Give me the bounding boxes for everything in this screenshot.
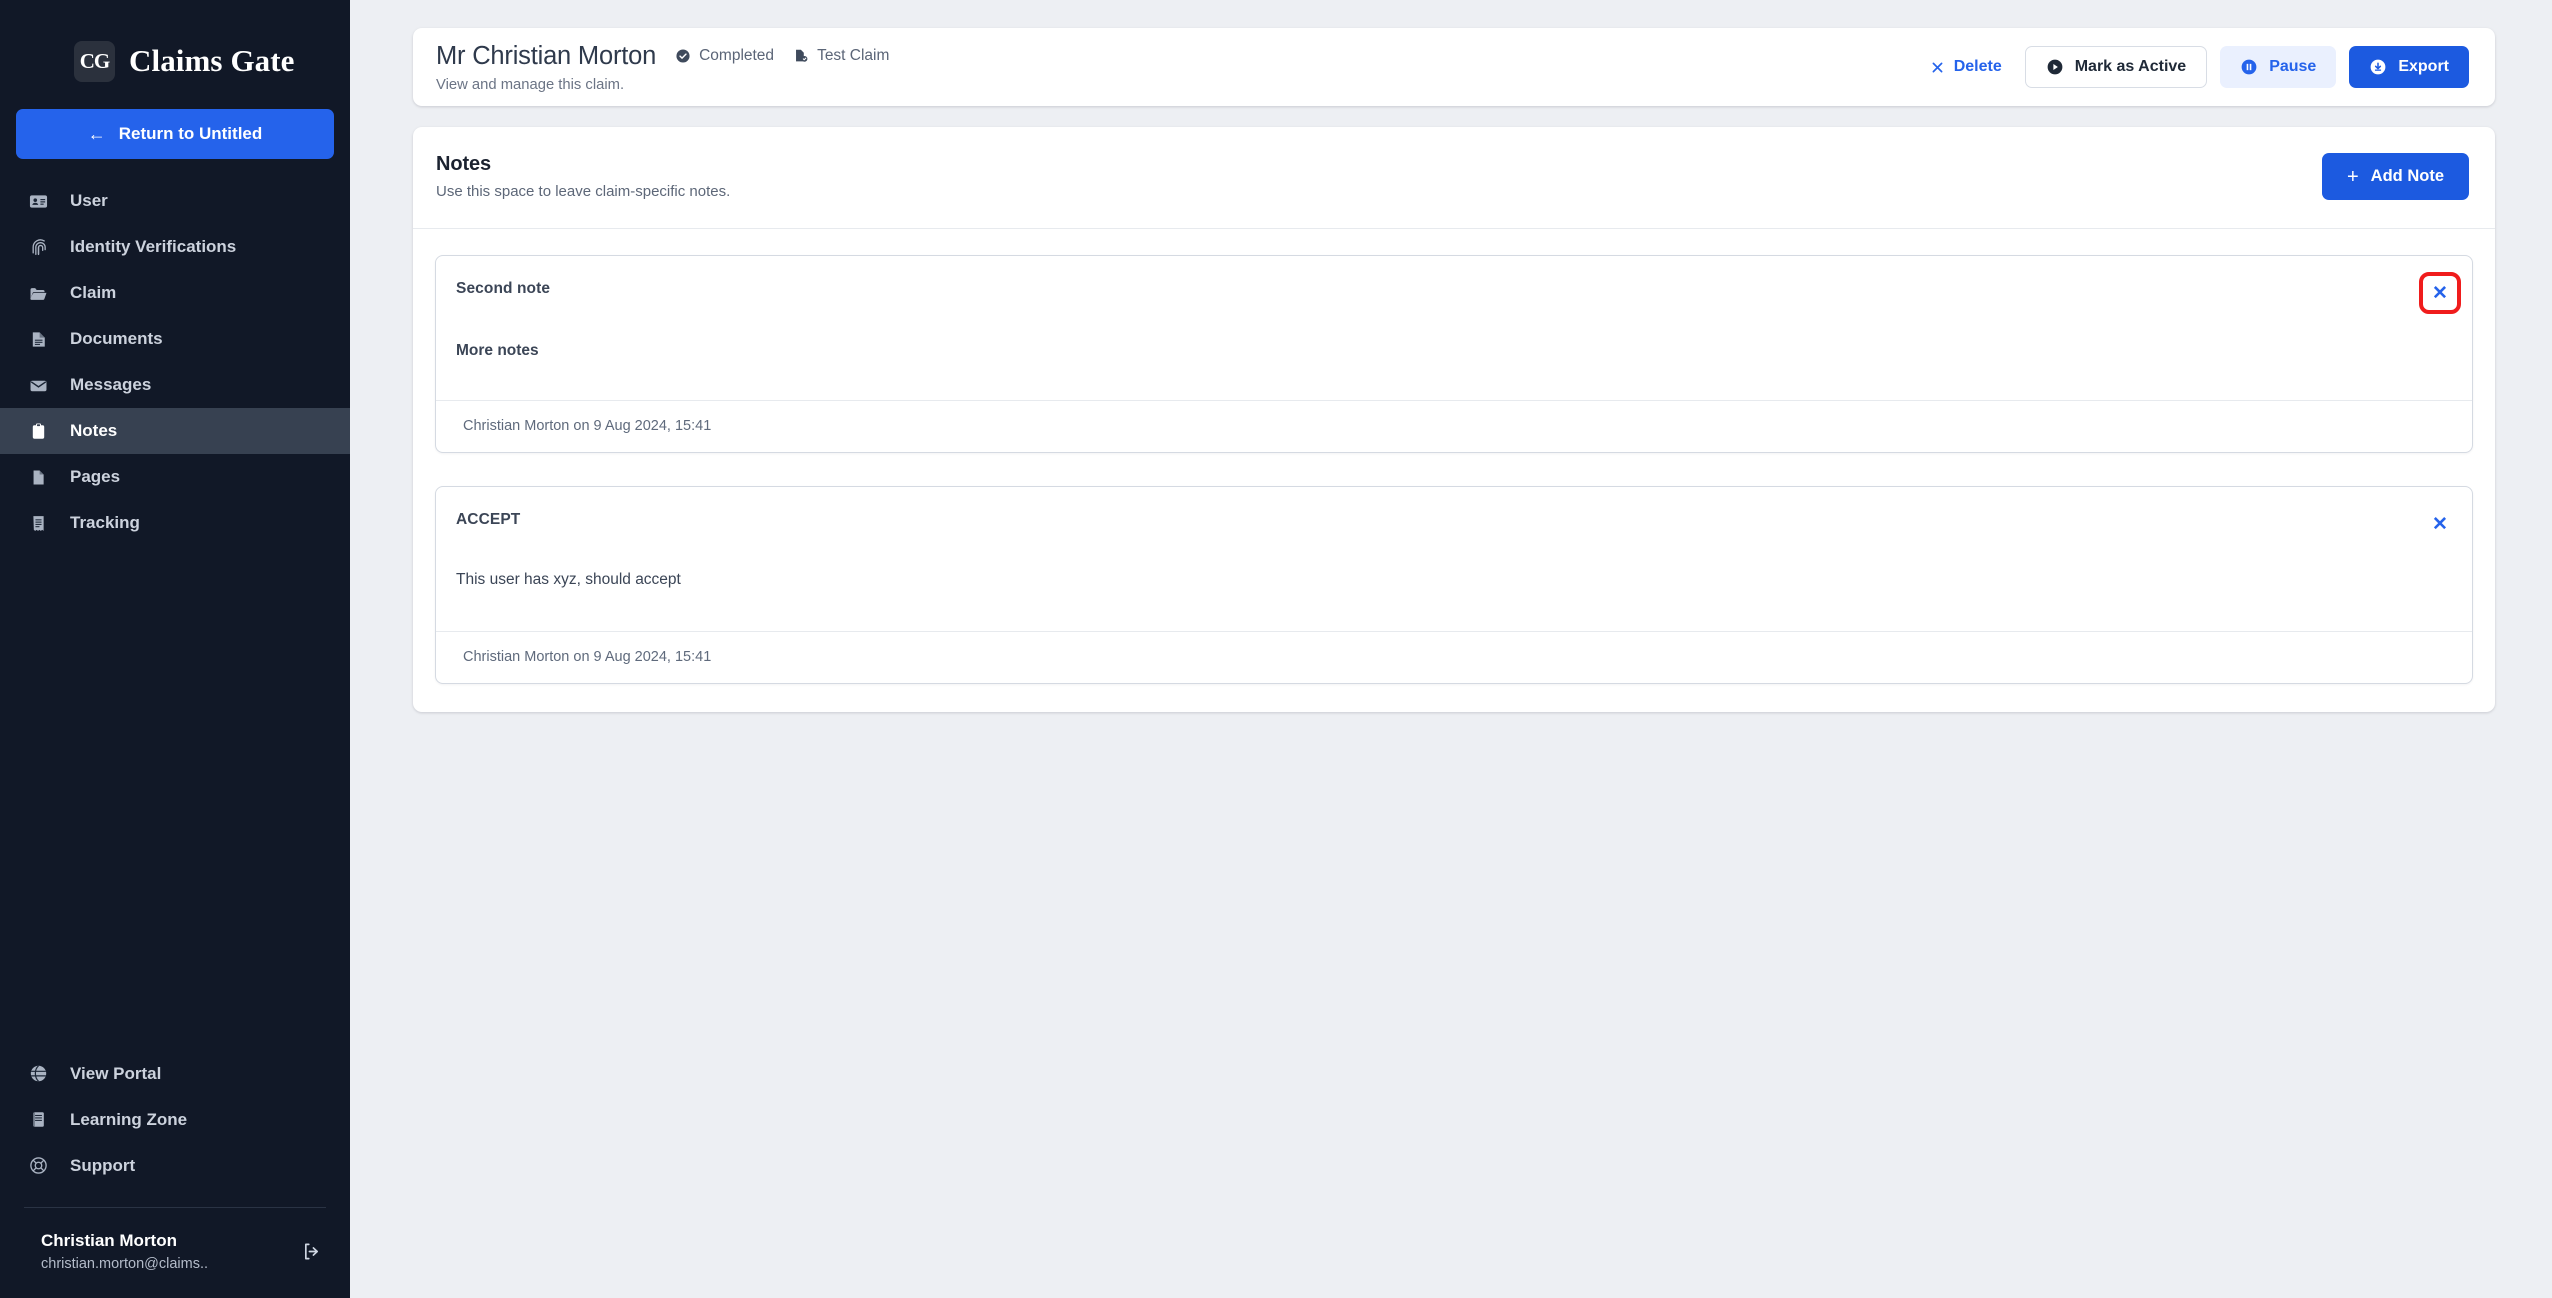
brand-name: Claims Gate [129,43,295,78]
sidebar-item-identity-verifications[interactable]: Identity Verifications [0,224,350,270]
sidebar-item-label: Messages [70,375,152,394]
claims-gate-logo-icon: CG [74,40,115,82]
sidebar-item-label: Documents [70,329,163,348]
lifebuoy-icon [28,1156,48,1176]
play-circle-icon [2046,58,2064,76]
page-icon [28,467,48,487]
sidebar-item-label: Identity Verifications [70,237,237,256]
pause-circle-icon [2240,58,2258,76]
return-to-untitled-button[interactable]: ← Return to Untitled [16,109,334,159]
mark-as-active-button[interactable]: Mark as Active [2024,46,2208,88]
sidebar-item-label: Claim [70,283,117,302]
note-card: Second note ✕ More notes Christian Morto… [435,255,2473,453]
globe-icon [28,1064,48,1084]
note-body: More notes [456,342,539,359]
logout-icon[interactable] [298,1239,324,1265]
sidebar-item-claim[interactable]: Claim [0,270,350,316]
delete-button[interactable]: Delete [1920,46,2012,88]
main-content: Mr Christian Morton Completed Test Claim [350,0,2552,1298]
receipt-icon [28,513,48,533]
check-circle-icon [675,48,691,64]
status-badge-test-claim: Test Claim [793,47,889,65]
sidebar-item-support[interactable]: Support [0,1143,350,1189]
notes-panel: Notes Use this space to leave claim-spec… [413,127,2495,712]
sidebar-item-label: Pages [70,467,121,486]
delete-button-label: Delete [1953,58,2002,75]
status-badge-label: Test Claim [817,47,890,64]
note-footer: Christian Morton on 9 Aug 2024, 15:41 [436,400,2472,452]
user-info: Christian Morton christian.morton@claims… [41,1230,288,1274]
return-button-label: Return to Untitled [118,124,263,143]
notes-subtitle: Use this space to leave claim-specific n… [436,183,731,200]
fingerprint-icon [28,237,48,257]
note-header: ACCEPT ✕ [436,487,2472,539]
id-card-icon [28,191,48,211]
add-note-button-label: Add Note [2370,167,2444,185]
sidebar-user-row: Christian Morton christian.morton@claims… [0,1208,350,1298]
mark-as-active-button-label: Mark as Active [2074,58,2187,75]
notes-title: Notes [436,153,492,175]
book-icon [28,1110,48,1130]
notes-list: Second note ✕ More notes Christian Morto… [413,229,2495,684]
sidebar-item-label: Notes [70,421,118,440]
document-text-icon [28,329,48,349]
sidebar-item-messages[interactable]: Messages [0,362,350,408]
notes-panel-header: Notes Use this space to leave claim-spec… [413,127,2495,200]
add-note-button[interactable]: + Add Note [2321,153,2469,200]
sidebar-item-learning-zone[interactable]: Learning Zone [0,1097,350,1143]
note-title: Second note [456,280,551,297]
download-circle-icon [2369,58,2387,76]
page-title: Mr Christian Morton [436,41,657,70]
sidebar-item-label: Tracking [70,513,140,532]
sidebar-bottom: View Portal Learning Zone Support Christ… [0,1051,350,1298]
status-badge-completed: Completed [675,47,774,65]
header-actions: Delete Mark as Active Pause Export [1920,46,2469,88]
sidebar-item-notes[interactable]: Notes [0,408,350,454]
sidebar-item-documents[interactable]: Documents [0,316,350,362]
envelope-icon [28,375,48,395]
export-button-label: Export [2398,58,2449,75]
app-root: CG Claims Gate ← Return to Untitled User… [0,0,2552,1298]
note-footer: Christian Morton on 9 Aug 2024, 15:41 [436,631,2472,683]
brand: CG Claims Gate [0,0,350,92]
sidebar-item-label: User [70,191,108,210]
claim-title-row: Mr Christian Morton Completed Test Claim [436,42,1920,71]
note-card: ACCEPT ✕ This user has xyz, should accep… [435,486,2473,684]
sidebar-item-pages[interactable]: Pages [0,454,350,500]
notes-header-text: Notes Use this space to leave claim-spec… [436,153,2322,200]
note-close-button[interactable]: ✕ [2425,509,2455,539]
plus-icon: + [2346,165,2359,188]
sidebar-item-view-portal[interactable]: View Portal [0,1051,350,1097]
sidebar: CG Claims Gate ← Return to Untitled User… [0,0,350,1298]
note-title: ACCEPT [456,511,521,528]
status-badge-label: Completed [699,47,775,64]
note-body: This user has xyz, should accept [456,571,681,588]
note-close-button[interactable]: ✕ [2419,272,2461,314]
pause-button-label: Pause [2269,58,2317,75]
document-check-icon [793,48,809,64]
sidebar-item-tracking[interactable]: Tracking [0,500,350,546]
note-header: Second note ✕ [436,256,2472,314]
user-email: christian.morton@claims.. [41,1255,209,1272]
sidebar-nav: User Identity Verifications Claim Docume… [0,178,350,546]
x-icon [1930,60,1945,75]
pause-button[interactable]: Pause [2220,46,2337,88]
sidebar-item-label: View Portal [70,1063,162,1083]
folder-icon [28,283,48,303]
clipboard-icon [28,421,48,441]
sidebar-item-label: Learning Zone [70,1109,188,1129]
user-name: Christian Morton [41,1230,177,1250]
page-subtitle: View and manage this claim. [436,76,625,93]
claim-header-left: Mr Christian Morton Completed Test Claim [436,42,1920,93]
claim-header-card: Mr Christian Morton Completed Test Claim [413,28,2495,106]
export-button[interactable]: Export [2349,46,2469,88]
arrow-left-icon: ← [87,124,106,144]
sidebar-item-label: Support [70,1155,136,1175]
sidebar-item-user[interactable]: User [0,178,350,224]
